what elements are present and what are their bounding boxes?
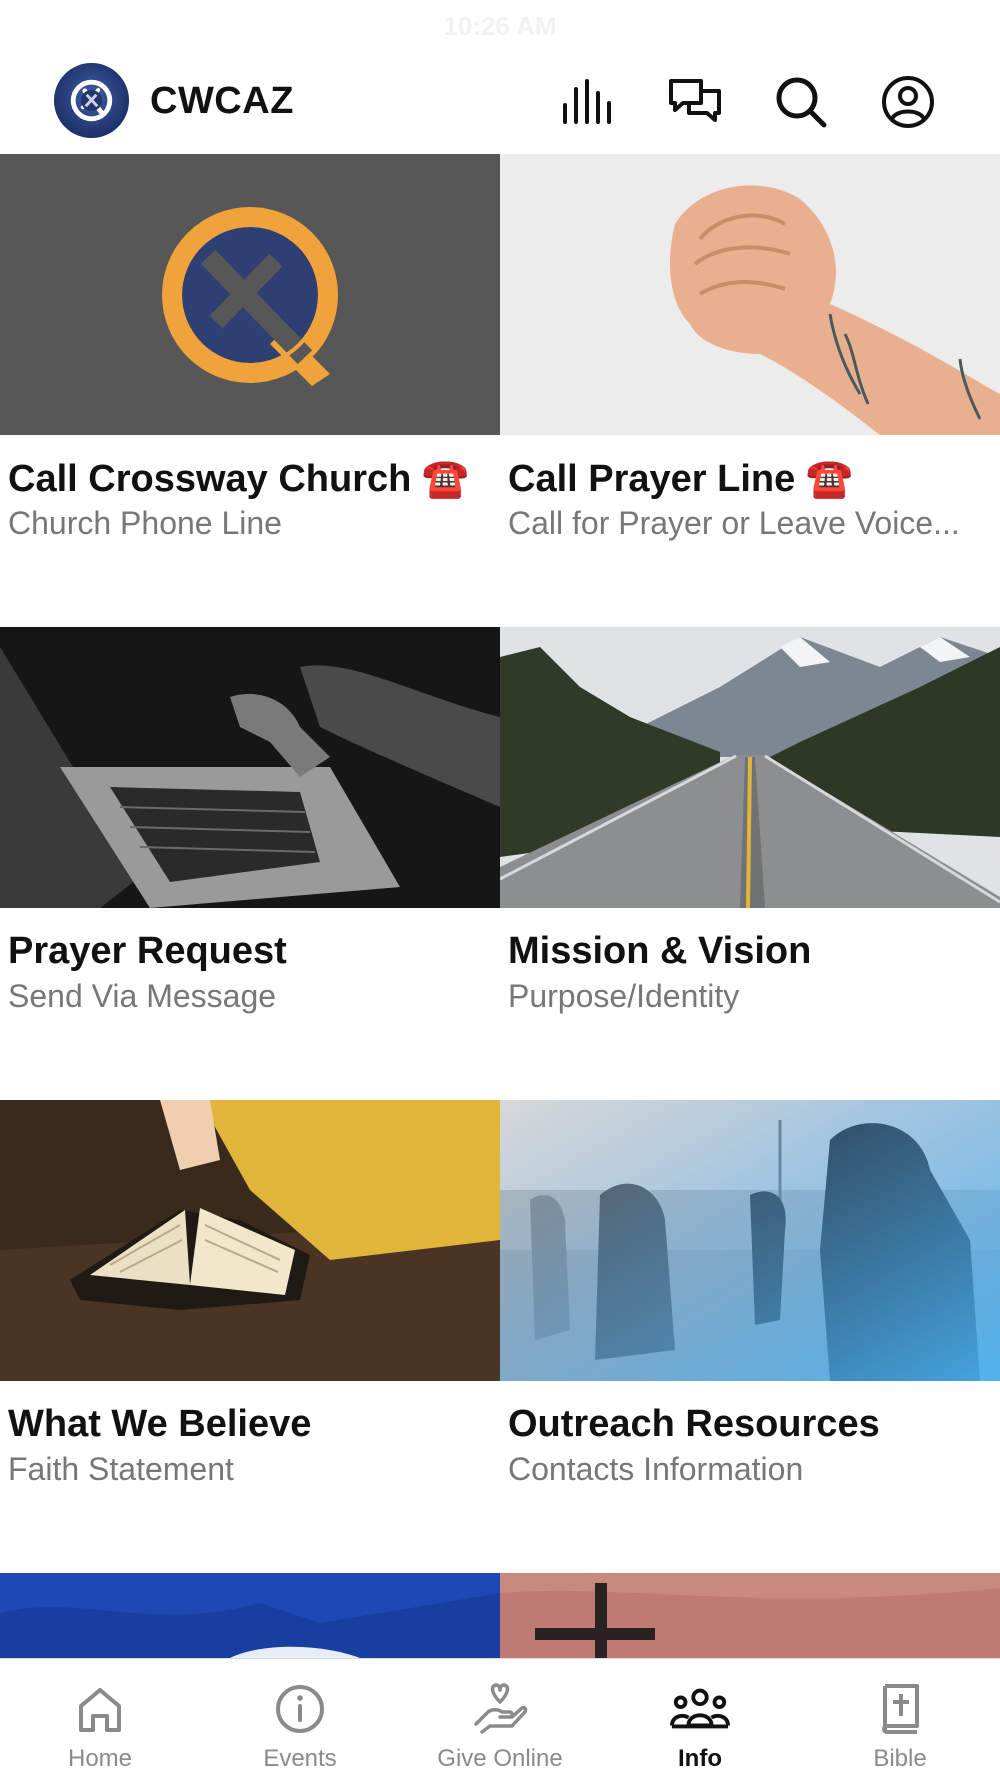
give-hand-heart-icon xyxy=(474,1683,528,1734)
praying-hands-image xyxy=(500,154,1000,435)
tile-image xyxy=(500,1573,1000,1658)
tile-title: Outreach Resources xyxy=(508,1403,880,1445)
tile-partial-blue[interactable] xyxy=(0,1573,500,1658)
tile-image xyxy=(0,1573,500,1658)
status-bar: 10:26 AM xyxy=(0,0,1000,52)
tab-label: Bible xyxy=(873,1745,927,1772)
tab-events[interactable]: Events xyxy=(200,1659,400,1778)
laptop-typing-image xyxy=(0,627,500,908)
tile-title: Call Crossway Church ☎️ xyxy=(8,458,470,500)
tile-image xyxy=(0,154,500,435)
tab-give-online[interactable]: Give Online xyxy=(400,1659,600,1778)
tile-call-prayer-line[interactable]: Call Prayer Line ☎️ Call for Prayer or L… xyxy=(500,154,1000,627)
tile-call-crossway-church[interactable]: Call Crossway Church ☎️ Church Phone Lin… xyxy=(0,154,500,627)
people-group-icon xyxy=(670,1688,730,1729)
search-button[interactable] xyxy=(771,72,831,132)
tab-home[interactable]: Home xyxy=(0,1659,200,1778)
tile-subtitle: Faith Statement xyxy=(8,1451,234,1487)
outreach-people-image xyxy=(500,1100,1000,1381)
tile-mission-vision[interactable]: Mission & Vision Purpose/Identity xyxy=(500,627,1000,1100)
audio-bars-icon xyxy=(563,79,611,124)
open-bible-image xyxy=(0,1100,500,1381)
bible-icon xyxy=(882,1684,919,1734)
tile-outreach-resources[interactable]: Outreach Resources Contacts Information xyxy=(500,1100,1000,1573)
profile-button[interactable] xyxy=(878,72,938,132)
tab-bible[interactable]: Bible xyxy=(800,1659,1000,1778)
tile-title: What We Believe xyxy=(8,1403,312,1445)
tab-label: Home xyxy=(67,1745,133,1772)
home-icon xyxy=(79,1688,121,1732)
status-time: 10:26 AM xyxy=(443,10,557,41)
chat-button[interactable] xyxy=(665,72,725,132)
tile-subtitle: Send Via Message xyxy=(8,978,277,1014)
tile-image xyxy=(500,627,1000,908)
tile-subtitle: Purpose/Identity xyxy=(508,978,740,1014)
tile-partial-sunset-cross[interactable] xyxy=(500,1573,1000,1658)
tile-image xyxy=(0,1100,500,1381)
chat-bubbles-icon xyxy=(669,79,721,122)
tab-label: Give Online xyxy=(437,1745,563,1772)
tile-subtitle: Church Phone Line xyxy=(8,505,282,541)
user-circle-icon xyxy=(882,76,934,128)
search-icon xyxy=(776,77,827,128)
tile-title: Mission & Vision xyxy=(508,930,812,972)
tile-title: Call Prayer Line ☎️ xyxy=(508,458,854,500)
tile-image xyxy=(500,154,1000,435)
app-title: CWCAZ xyxy=(150,80,294,122)
crossway-logo-image xyxy=(0,154,500,435)
tile-prayer-request[interactable]: Prayer Request Send Via Message xyxy=(0,627,500,1100)
tile-image xyxy=(0,627,500,908)
info-circle-icon xyxy=(276,1685,324,1733)
tile-title: Prayer Request xyxy=(8,930,287,972)
audio-bars-button[interactable] xyxy=(559,72,619,132)
tile-what-we-believe[interactable]: What We Believe Faith Statement xyxy=(0,1100,500,1573)
church-logo[interactable] xyxy=(53,62,130,139)
app-header: CWCAZ xyxy=(0,52,1000,154)
tab-info[interactable]: Info xyxy=(600,1659,800,1778)
bottom-tab-bar: Home Events Give Online Info Bible xyxy=(0,1658,1000,1778)
tab-label: Events xyxy=(263,1745,337,1772)
tab-label: Info xyxy=(678,1745,722,1772)
tile-subtitle: Contacts Information xyxy=(508,1451,804,1487)
mountain-road-image xyxy=(500,627,1000,908)
tile-subtitle: Call for Prayer or Leave Voice... xyxy=(508,505,960,541)
tile-image xyxy=(500,1100,1000,1381)
